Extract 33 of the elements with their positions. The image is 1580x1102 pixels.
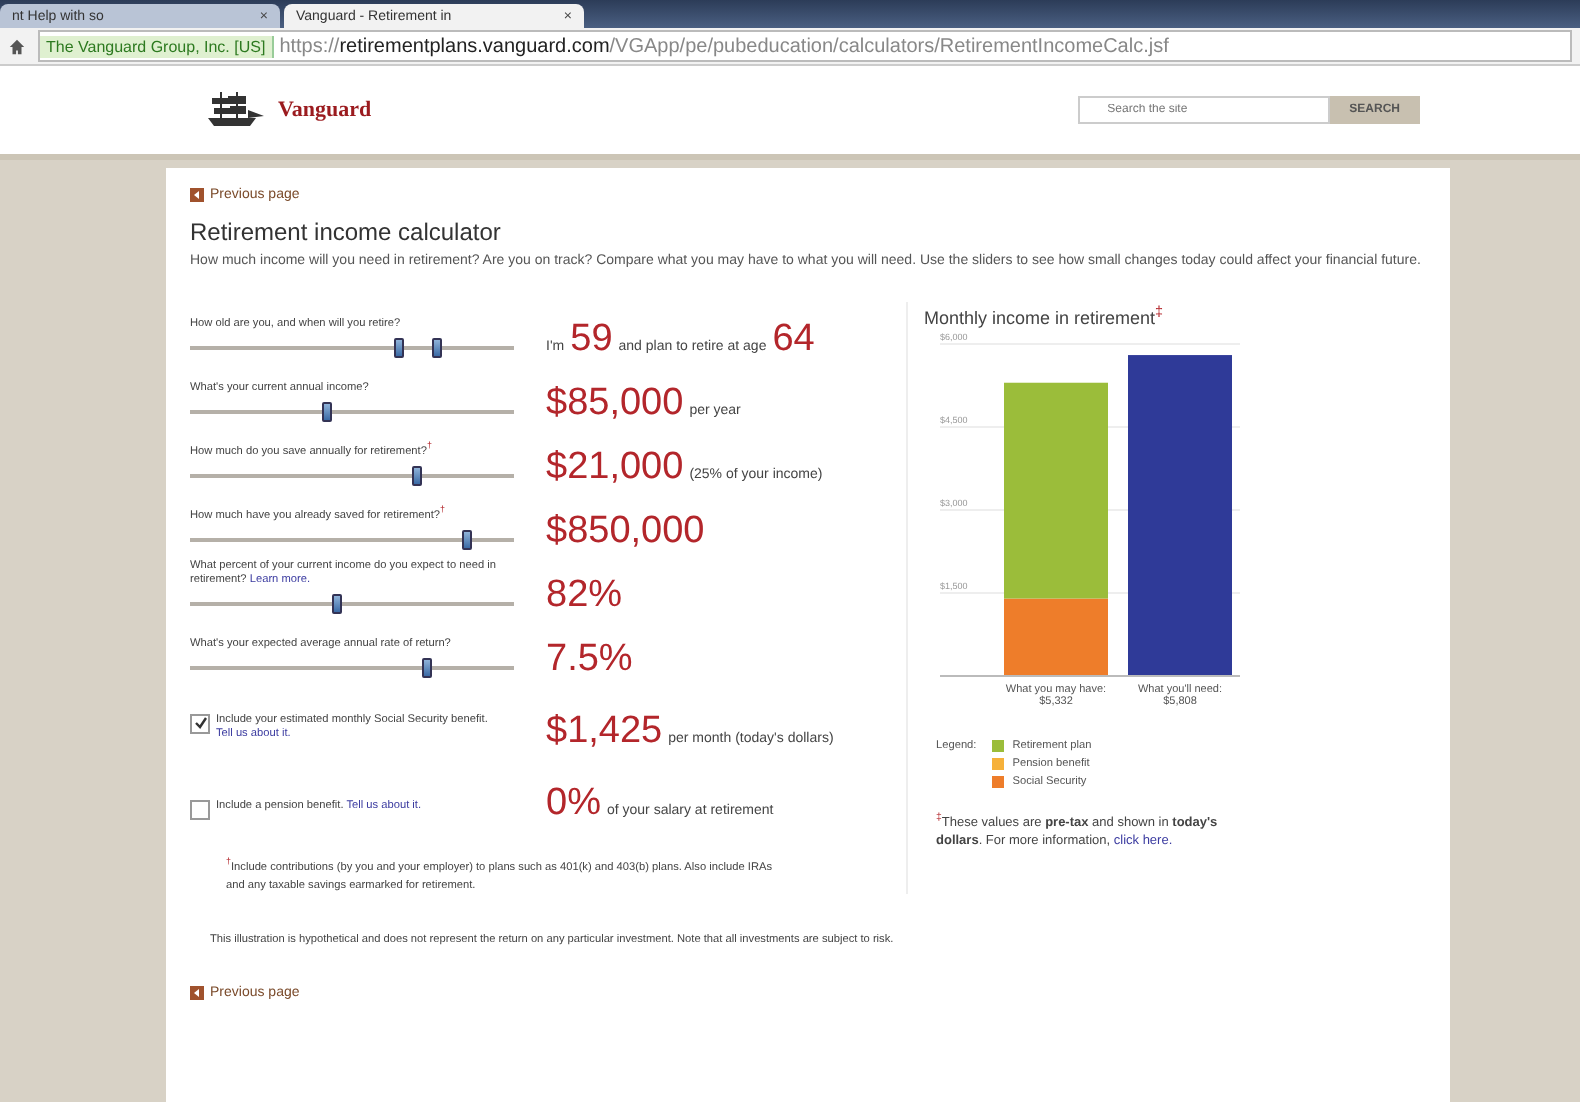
- slider[interactable]: [190, 401, 514, 421]
- value-text: 64: [772, 317, 815, 361]
- slider-thumb[interactable]: [393, 337, 404, 357]
- address-bar[interactable]: The Vanguard Group, Inc. [US] https://retirementplans.vanguard.com/VGApp/pe/pubeducation/calculators/RetirementIncomeCalc.jsf: [38, 30, 1572, 62]
- value-text: $1,425: [546, 709, 663, 753]
- slider-thumb[interactable]: [331, 593, 342, 613]
- value-text: 7.5%: [546, 637, 633, 681]
- page-back-icon: [190, 188, 204, 202]
- slider-thumb[interactable]: [422, 657, 433, 677]
- slider[interactable]: [190, 465, 514, 485]
- slider-thumb[interactable]: [412, 465, 423, 485]
- slider[interactable]: [190, 337, 514, 357]
- home-icon[interactable]: [8, 37, 26, 55]
- url-text: https://retirementplans.vanguard.com/VGApp/pe/pubeducation/calculators/RetirementIncomeCalc.jsf: [279, 35, 1169, 57]
- value-text: 59: [570, 317, 613, 361]
- site-identity-badge[interactable]: The Vanguard Group, Inc. [US]: [40, 35, 274, 57]
- value-text: 0%: [546, 781, 601, 825]
- checkbox[interactable]: [190, 713, 210, 734]
- value-text: $850,000: [546, 509, 705, 553]
- slider-thumb[interactable]: [461, 529, 472, 549]
- value-text: $21,000: [546, 445, 684, 489]
- slider-thumb[interactable]: [432, 337, 443, 357]
- slider[interactable]: [190, 529, 514, 549]
- slider[interactable]: [190, 657, 514, 677]
- slider[interactable]: [190, 593, 514, 613]
- slider-thumb[interactable]: [322, 401, 333, 421]
- value-text: 82%: [546, 573, 623, 617]
- chart-title: Monthly income in retirement$^{‡}$: [924, 301, 1166, 327]
- page-back-icon: [190, 986, 204, 1001]
- page-title: Retirement income calculator: [190, 218, 503, 246]
- value-text: $85,000: [546, 381, 684, 425]
- checkbox[interactable]: [190, 799, 210, 819]
- site-logo[interactable]: Vanguard: [278, 98, 372, 122]
